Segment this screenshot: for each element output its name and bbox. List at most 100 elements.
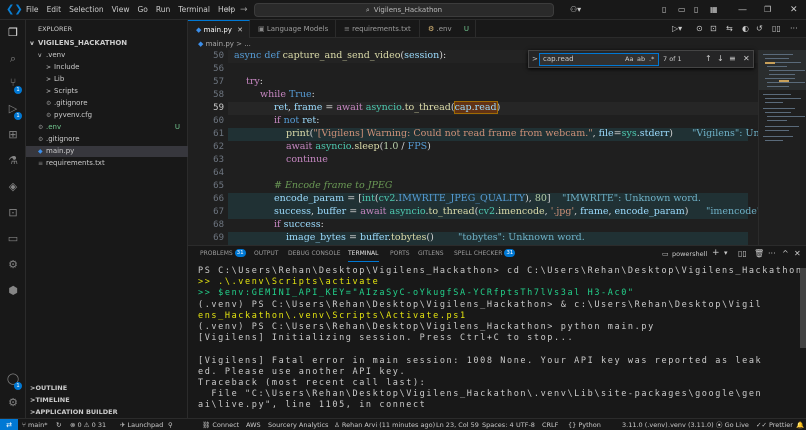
tree-item[interactable]: ⚙ pyvenv.cfg — [26, 110, 188, 121]
tab-gitlens[interactable]: GITLENS — [418, 246, 444, 262]
layout-sidebar-icon[interactable]: ▯ — [662, 5, 666, 14]
split-terminal-icon[interactable]: ▯▯ — [738, 249, 747, 258]
timeline-section[interactable]: >TIMELINE — [26, 394, 188, 406]
breadcrumb[interactable]: ◆ main.py > ... — [188, 38, 806, 50]
git-blame-item[interactable]: ♙ Rehan Arvi (11 minutes ago) — [334, 419, 435, 430]
sourcery-item[interactable]: Sourcery Analytics — [268, 419, 328, 430]
connect-item[interactable]: ⛓ Connect — [202, 419, 239, 430]
menu-go[interactable]: Go — [137, 5, 147, 14]
menu-edit[interactable]: Edit — [47, 5, 62, 14]
application-builder-section[interactable]: >APPLICATION BUILDER — [26, 406, 188, 418]
maximize-panel-icon[interactable]: ^ — [782, 249, 789, 258]
aws-item[interactable]: AWS — [246, 419, 261, 430]
terminal-scrollbar[interactable] — [800, 268, 806, 348]
layout-secondary-icon[interactable]: ▯ — [694, 5, 698, 14]
close-window-icon[interactable]: ✕ — [790, 5, 798, 15]
tree-item[interactable]: > Scripts — [26, 86, 188, 97]
toggle-icon[interactable]: ⊙ — [696, 24, 703, 33]
regex-icon[interactable]: .* — [649, 55, 654, 63]
tab-main-py[interactable]: ◆ main.py ✕ — [188, 20, 250, 38]
docker-icon[interactable]: ⚙ — [6, 258, 20, 272]
new-terminal-icon[interactable]: + — [712, 248, 720, 258]
tab-debug-console[interactable]: DEBUG CONSOLE — [288, 246, 341, 262]
outline-section[interactable]: >OUTLINE — [26, 382, 188, 394]
command-center-search[interactable]: ⌕ Vigilens_Hackathon — [254, 3, 554, 17]
more-actions-icon[interactable]: ··· — [790, 24, 798, 33]
back-arrow-icon[interactable]: ← — [226, 5, 234, 15]
line-ending[interactable]: CRLF — [542, 419, 558, 430]
whole-word-icon[interactable]: ab — [637, 55, 645, 63]
prettier-item[interactable]: ✓✓ Prettier — [756, 419, 793, 430]
folder-icon[interactable]: ▭ — [6, 232, 20, 246]
tab-output[interactable]: OUTPUT — [254, 246, 278, 262]
forward-arrow-icon[interactable]: → — [240, 5, 248, 15]
python-interpreter[interactable]: 3.11.0 (.venv) — [622, 419, 668, 430]
tree-item[interactable]: > Include — [26, 62, 188, 73]
tab-spell-checker[interactable]: SPELL CHECKER 31 — [454, 246, 516, 262]
tree-item[interactable]: ⚙ .gitignore — [26, 134, 188, 145]
notifications-icon[interactable]: 🔔 — [796, 419, 804, 430]
minimize-icon[interactable]: — — [738, 5, 747, 15]
cursor-position[interactable]: Ln 23, Col 59 — [436, 419, 479, 430]
kill-terminal-icon[interactable]: 🗑 — [754, 249, 764, 258]
copilot-icon[interactable]: ⚇▾ — [570, 5, 581, 14]
remote-indicator-icon[interactable]: ⇄ — [0, 419, 18, 430]
tree-item[interactable]: ◆ main.py — [26, 146, 188, 157]
manage-gear-icon[interactable]: ⚙ — [6, 396, 20, 410]
tree-item[interactable]: ⚙ .env U — [26, 122, 188, 133]
more-actions-icon[interactable]: ··· — [768, 249, 776, 258]
tree-item[interactable]: ⚙ .gitignore — [26, 98, 188, 109]
encoding[interactable]: UTF-8 — [516, 419, 535, 430]
project-root[interactable]: v VIGILENS_HACKATHON — [26, 38, 188, 49]
timeline-icon[interactable]: ↺ — [756, 24, 763, 33]
compare-icon[interactable]: ⇆ — [726, 24, 733, 33]
close-find-icon[interactable]: ✕ — [743, 54, 750, 63]
match-case-icon[interactable]: Aa — [625, 55, 633, 63]
sync-icon[interactable]: ↻ — [56, 419, 61, 430]
next-match-icon[interactable]: ↓ — [717, 54, 724, 63]
branch-indicator[interactable]: ⑂ main* — [22, 419, 47, 430]
tree-item[interactable]: ≡ requirements.txt — [26, 158, 188, 169]
toggle-replace-icon[interactable]: > — [532, 55, 538, 63]
venv-indicator[interactable]: .venv (3.11.0) — [668, 419, 714, 430]
open-changes-icon[interactable]: ◐ — [742, 24, 749, 33]
problems-indicator[interactable]: ⊗ 0 ⚠ 0 31 — [70, 419, 106, 430]
record-icon[interactable]: ⊡ — [710, 24, 717, 33]
extensions-icon[interactable]: ⊞ — [6, 128, 20, 142]
minimap[interactable] — [758, 50, 806, 245]
terminal-dropdown-icon[interactable]: ▾ — [724, 249, 728, 257]
search-icon[interactable]: ⌕ — [6, 52, 20, 66]
ports-icon[interactable]: ⚲ — [168, 419, 173, 430]
menu-terminal[interactable]: Terminal — [178, 5, 210, 14]
terminal-shell-name[interactable]: powershell — [672, 250, 707, 258]
menu-file[interactable]: File — [26, 5, 39, 14]
indentation[interactable]: Spaces: 4 — [482, 419, 514, 430]
close-panel-icon[interactable]: ✕ — [794, 249, 801, 258]
split-editor-icon[interactable]: ▯▯ — [772, 24, 781, 33]
tab-ports[interactable]: PORTS — [390, 246, 410, 262]
testing-icon[interactable]: ⚗ — [6, 154, 20, 168]
explorer-icon[interactable]: ❐ — [6, 26, 20, 40]
run-python-icon[interactable]: ▷▾ — [672, 24, 682, 33]
tab-requirements[interactable]: ≡ requirements.txt — [336, 20, 420, 38]
menu-view[interactable]: View — [112, 5, 130, 14]
layout-panel-icon[interactable]: ▭ — [678, 5, 686, 14]
find-in-selection-icon[interactable]: ≡ — [729, 54, 736, 63]
tree-item[interactable]: > Lib — [26, 74, 188, 85]
tab-language-models[interactable]: ▣ Language Models — [250, 20, 336, 38]
restore-icon[interactable]: ❐ — [764, 5, 771, 14]
language-mode[interactable]: {} Python — [568, 419, 601, 430]
previous-match-icon[interactable]: ↑ — [705, 54, 712, 63]
menu-run[interactable]: Run — [156, 5, 170, 14]
menu-selection[interactable]: Selection — [69, 5, 104, 14]
launchpad-item[interactable]: ✈ Launchpad — [120, 419, 163, 430]
code-editor[interactable]: 50 async def capture_and_send_video(sess… — [188, 50, 758, 245]
close-tab-icon[interactable]: ✕ — [237, 21, 243, 39]
go-live-button[interactable]: ⦿ Go Live — [716, 419, 749, 430]
gitlens-icon[interactable]: ◈ — [6, 180, 20, 194]
tab-env[interactable]: ⚙ .env U — [420, 20, 476, 38]
tab-terminal[interactable]: TERMINAL — [348, 246, 379, 262]
tree-item[interactable]: v .venv — [26, 50, 188, 61]
customize-layout-icon[interactable]: ▦ — [710, 5, 718, 14]
remote-explorer-icon[interactable]: ⊡ — [6, 206, 20, 220]
